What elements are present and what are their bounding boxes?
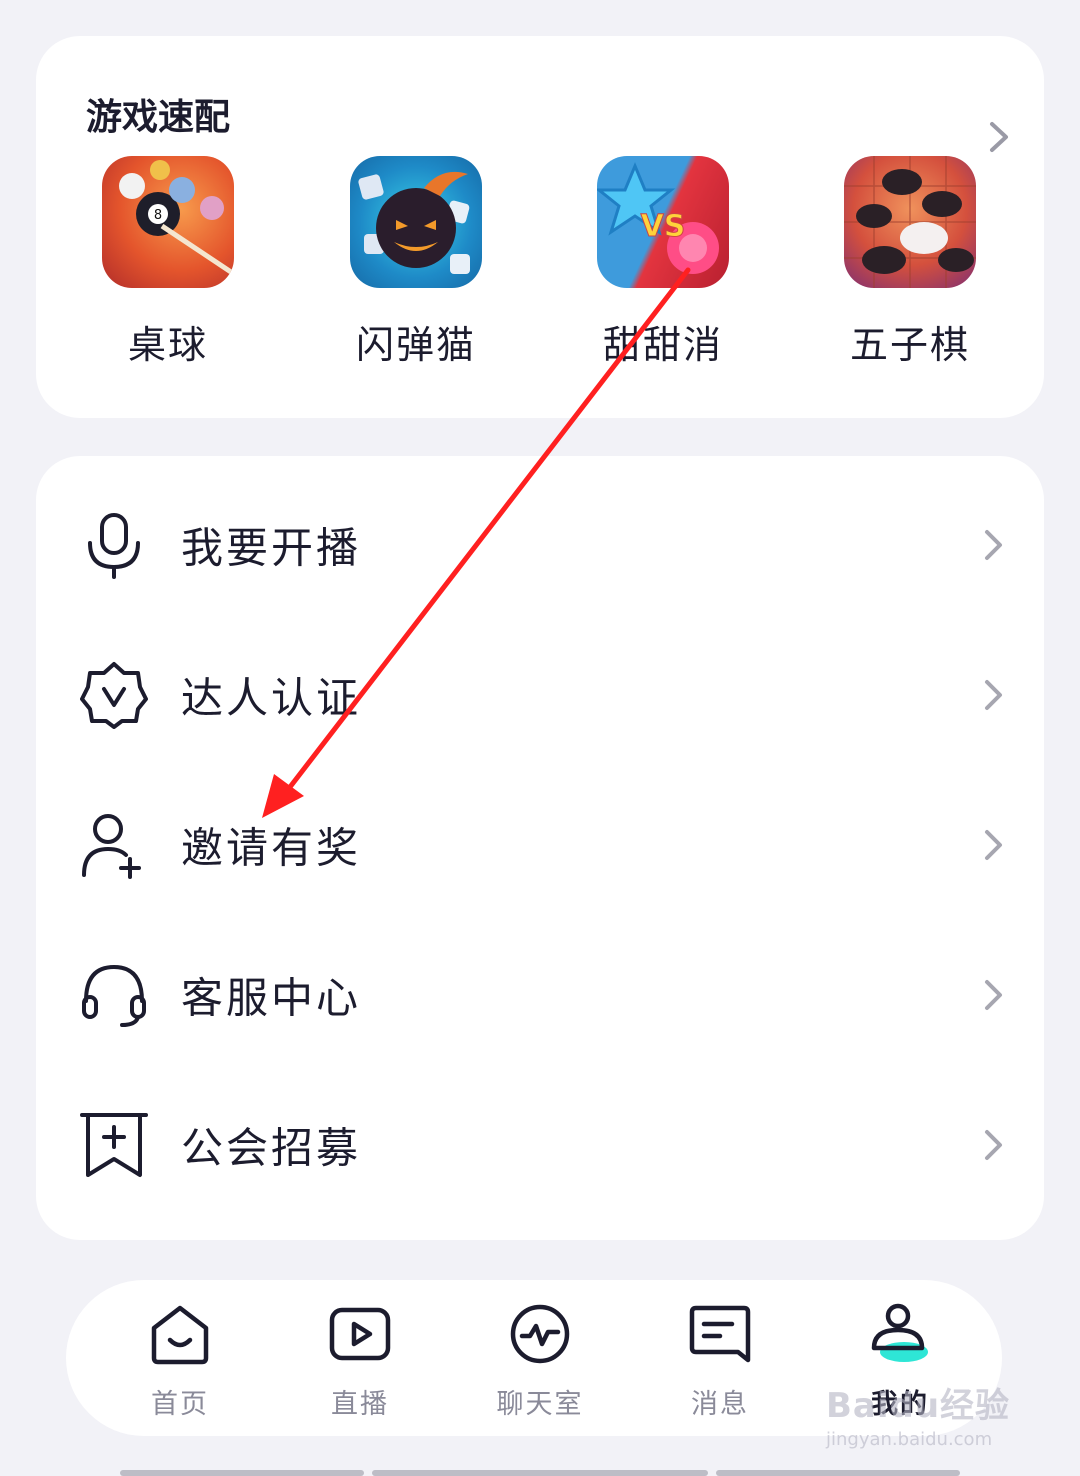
chatroom-pulse-icon bbox=[510, 1304, 570, 1364]
sweet-match-icon: VS bbox=[597, 156, 729, 288]
game-name: 桌球 bbox=[127, 323, 208, 367]
headset-icon bbox=[82, 964, 146, 1027]
menu-label: 客服中心 bbox=[181, 973, 362, 1023]
chevron-right-icon[interactable] bbox=[986, 120, 1014, 154]
chevron-right-icon bbox=[985, 830, 1002, 860]
menu-item-customer-service[interactable]: 客服中心 bbox=[36, 920, 1044, 1070]
nav-label: 消息 bbox=[691, 1389, 749, 1420]
gomoku-icon bbox=[844, 156, 976, 288]
menu-item-guild-recruit[interactable]: 公会招募 bbox=[36, 1070, 1044, 1220]
live-play-icon bbox=[329, 1307, 391, 1361]
watermark-main: Baidu经验 bbox=[826, 1386, 1011, 1426]
svg-text:8: 8 bbox=[154, 208, 162, 223]
nav-item-live[interactable]: 直播 bbox=[270, 1280, 450, 1436]
game-item-sweet-match[interactable]: VS 甜甜消 bbox=[568, 156, 758, 369]
nav-item-messages[interactable]: 消息 bbox=[630, 1280, 810, 1436]
game-name: 五子棋 bbox=[849, 323, 970, 367]
watermark-sub: jingyan.baidu.com bbox=[826, 1429, 993, 1450]
svg-text:VS: VS bbox=[641, 209, 686, 244]
bomb-cat-icon bbox=[350, 156, 482, 288]
watermark: Baidu经验 jingyan.baidu.com bbox=[826, 1378, 1010, 1450]
chevron-right-icon bbox=[985, 1130, 1002, 1160]
menu-label: 达人认证 bbox=[181, 673, 362, 723]
menu-label: 我要开播 bbox=[181, 523, 362, 573]
home-indicator bbox=[120, 1470, 364, 1476]
microphone-icon bbox=[88, 513, 140, 579]
verified-badge-icon bbox=[80, 662, 148, 729]
chevron-right-icon bbox=[985, 680, 1002, 710]
game-match-title: 游戏速配 bbox=[86, 97, 231, 138]
home-indicator bbox=[372, 1470, 708, 1476]
game-item-billiards[interactable]: 8 桌球 bbox=[73, 156, 263, 369]
nav-label: 首页 bbox=[151, 1389, 209, 1420]
menu-item-start-live[interactable]: 我要开播 bbox=[36, 470, 1044, 620]
game-match-card: 游戏速配 8 桌球 闪弹猫 VS 甜甜消 五子棋 bbox=[36, 36, 1044, 418]
nav-item-home[interactable]: 首页 bbox=[90, 1280, 270, 1436]
home-icon bbox=[151, 1305, 209, 1365]
billiards-icon: 8 bbox=[102, 156, 234, 288]
profile-icon bbox=[871, 1303, 928, 1362]
game-name: 甜甜消 bbox=[602, 323, 723, 367]
add-user-icon bbox=[82, 814, 141, 879]
nav-label: 直播 bbox=[331, 1389, 389, 1420]
menu-card: 我要开播 达人认证 邀请有奖 客服中心 公会招募 bbox=[36, 456, 1044, 1240]
chevron-right-icon bbox=[985, 980, 1002, 1010]
menu-item-verification[interactable]: 达人认证 bbox=[36, 620, 1044, 770]
menu-item-invite-reward[interactable]: 邀请有奖 bbox=[36, 770, 1044, 920]
nav-item-chatroom[interactable]: 聊天室 bbox=[450, 1280, 630, 1436]
game-item-bomb-cat[interactable]: 闪弹猫 bbox=[321, 156, 511, 369]
game-item-gomoku[interactable]: 五子棋 bbox=[815, 156, 1005, 369]
chevron-right-icon bbox=[985, 530, 1002, 560]
nav-label: 聊天室 bbox=[496, 1389, 584, 1420]
guild-flag-icon bbox=[80, 1113, 148, 1177]
menu-label: 公会招募 bbox=[181, 1123, 362, 1173]
game-name: 闪弹猫 bbox=[355, 323, 476, 367]
home-indicator bbox=[716, 1470, 960, 1476]
menu-label: 邀请有奖 bbox=[181, 823, 362, 873]
message-icon bbox=[689, 1305, 751, 1363]
